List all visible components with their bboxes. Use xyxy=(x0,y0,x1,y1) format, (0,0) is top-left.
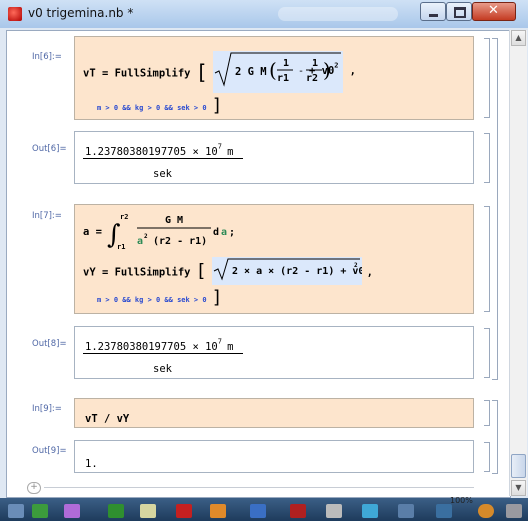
in7-expression: vY = FullSimplify xyxy=(83,266,191,279)
output-cell-9[interactable]: 1. xyxy=(74,440,474,473)
svg-text:a =: a = xyxy=(83,226,102,238)
close-button[interactable] xyxy=(472,2,516,21)
in7-sqrt-svg: 2 × a × (r2 - r1) + v0 2 xyxy=(213,258,364,281)
taskbar-app-icon-3[interactable] xyxy=(64,504,80,518)
window-title: v0 trigemina.nb * xyxy=(28,6,134,20)
scroll-up-icon[interactable]: ▲ xyxy=(511,30,526,46)
out8-unit-den: sek xyxy=(153,363,172,375)
out8-fraction-line xyxy=(83,353,243,354)
out8-exponent: 7 xyxy=(217,337,222,346)
svg-text:a: a xyxy=(137,236,143,247)
out9-label: Out[9]= xyxy=(32,446,67,456)
svg-text:d: d xyxy=(213,227,219,238)
in7-label: In[7]:= xyxy=(32,211,62,221)
vertical-scrollbar[interactable]: ▲ ▼ xyxy=(509,30,527,496)
taskbar-app-icon-9[interactable] xyxy=(290,504,306,518)
svg-text:-: - xyxy=(298,66,304,77)
in6-assumptions: m > 0 && kg > 0 && sek > 0 ] xyxy=(97,95,223,116)
in9-label: In[9]:= xyxy=(32,404,62,414)
minimize-button[interactable] xyxy=(420,2,446,21)
svg-text:G M: G M xyxy=(165,215,183,226)
taskbar-app-icon-13[interactable] xyxy=(436,504,452,518)
taskbar-mathematica-icon[interactable] xyxy=(176,504,192,518)
out6-fraction-line xyxy=(83,158,243,159)
svg-text:2 × a × (r2 - r1) + v0: 2 × a × (r2 - r1) + v0 xyxy=(232,266,362,277)
taskbar-app-icon-12[interactable] xyxy=(398,504,414,518)
add-cell-icon[interactable]: + xyxy=(27,482,41,494)
maximize-button[interactable] xyxy=(446,2,472,21)
svg-text:a: a xyxy=(221,227,227,238)
scroll-down-icon[interactable]: ▼ xyxy=(511,480,526,496)
taskbar-app-icon-10[interactable] xyxy=(326,504,342,518)
out6-exponent: 7 xyxy=(217,142,222,151)
in7-assumptions: m > 0 && kg > 0 && sek > 0 ] xyxy=(97,287,223,308)
svg-text:2: 2 xyxy=(144,233,148,240)
cell-bracket-out8[interactable] xyxy=(484,328,490,378)
svg-text:r1: r1 xyxy=(117,243,125,251)
in6-open-bracket: [ xyxy=(195,60,208,84)
svg-text:(r2 - r1): (r2 - r1) xyxy=(153,236,207,247)
taskbar-app-icon-4[interactable] xyxy=(108,504,124,518)
out6-label: Out[6]= xyxy=(32,144,67,154)
in6-expression: vT = FullSimplify xyxy=(83,67,191,80)
scroll-thumb[interactable] xyxy=(511,454,526,478)
taskbar-app-icon-11[interactable] xyxy=(362,504,378,518)
zoom-level: 100% xyxy=(450,496,473,505)
svg-text:(: ( xyxy=(269,58,277,82)
in7-integral-line: a = ∫ r2 r1 G M a 2 (r2 - r1) d a ; xyxy=(83,209,263,257)
svg-text:2: 2 xyxy=(354,262,358,269)
out9-value: 1. xyxy=(85,458,98,470)
in9-expression: vT / vY xyxy=(85,413,130,425)
taskbar-app-icon-1[interactable] xyxy=(8,504,24,518)
in6-label: In[6]:= xyxy=(32,52,62,62)
out8-unit-num: m xyxy=(227,341,234,353)
group-bracket-6-8[interactable] xyxy=(492,38,498,380)
title-search-area xyxy=(278,7,398,21)
out6-unit-num: m xyxy=(227,146,234,158)
out8-value: 1.23780380197705 × 10 xyxy=(85,341,218,353)
cell-bracket-out9[interactable] xyxy=(484,442,490,472)
cell-bracket-out6[interactable] xyxy=(484,133,490,183)
cell-bracket-in7[interactable] xyxy=(484,206,490,312)
taskbar-app-icon-14[interactable] xyxy=(478,504,494,518)
out6-unit-den: sek xyxy=(153,168,172,180)
mathematica-app-icon xyxy=(8,7,22,21)
taskbar-app-icon-5[interactable] xyxy=(140,504,156,518)
in7-sqrt-expression: 2 × a × (r2 - r1) + v0 2 xyxy=(211,257,364,285)
output-cell-6[interactable]: 1.23780380197705 × 107 m sek xyxy=(74,131,474,184)
taskbar-excel-icon[interactable] xyxy=(32,504,48,518)
cell-bracket-in6[interactable] xyxy=(484,38,490,118)
out8-label: Out[8]= xyxy=(32,339,67,349)
in7-integral-svg: a = ∫ r2 r1 G M a 2 (r2 - r1) d a ; xyxy=(83,213,235,251)
in6-plus-v0: + v02 , xyxy=(309,61,356,77)
taskbar-app-icon-15[interactable] xyxy=(506,504,522,518)
svg-text:;: ; xyxy=(229,227,235,238)
title-bar: v0 trigemina.nb * xyxy=(0,0,528,29)
cell-insertion-line xyxy=(44,487,474,488)
cell-bracket-in9[interactable] xyxy=(484,400,490,426)
svg-text:r1: r1 xyxy=(277,73,289,84)
svg-text:1: 1 xyxy=(283,58,289,69)
input-cell-9[interactable]: vT / vY xyxy=(74,398,474,428)
taskbar-app-icon-7[interactable] xyxy=(210,504,226,518)
group-bracket-9[interactable] xyxy=(492,400,498,474)
svg-text:r2: r2 xyxy=(120,213,128,221)
output-cell-8[interactable]: 1.23780380197705 × 107 m sek xyxy=(74,326,474,379)
svg-text:2 G M: 2 G M xyxy=(235,66,267,78)
input-cell-7[interactable]: a = ∫ r2 r1 G M a 2 (r2 - r1) d a ; vY =… xyxy=(74,204,474,314)
taskbar-app-icon-8[interactable] xyxy=(250,504,266,518)
input-cell-6[interactable]: vT = FullSimplify [ 2 G M ( 1 r1 - 1 r2 … xyxy=(74,36,474,120)
out6-value: 1.23780380197705 × 10 xyxy=(85,146,218,158)
